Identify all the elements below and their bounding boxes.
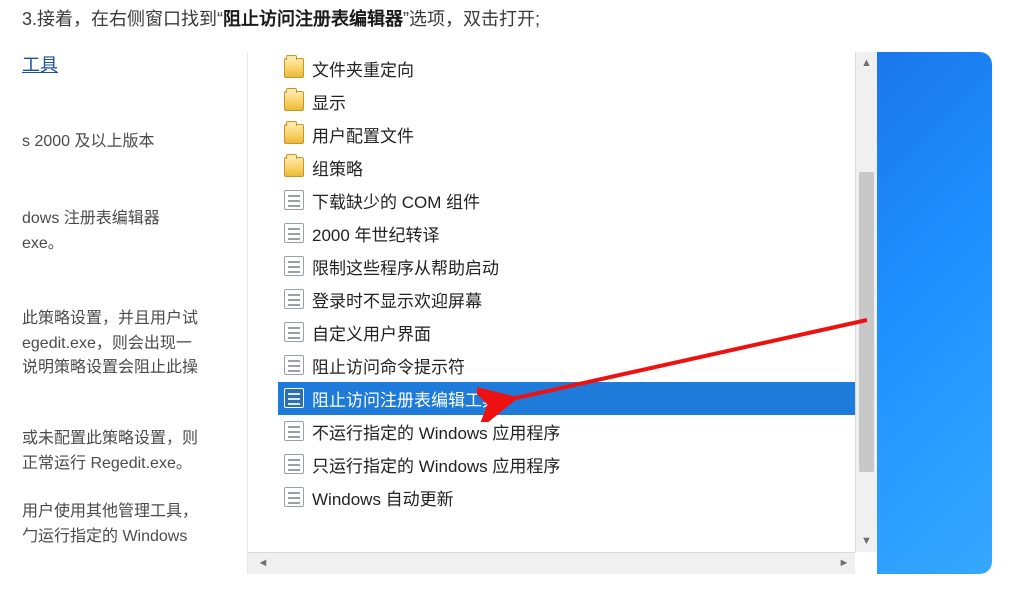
- policy-settings-pane: 文件夹重定向显示用户配置文件组策略下载缺少的 COM 组件 2000 年世纪转译限…: [247, 52, 877, 574]
- policy-item[interactable]: 自定义用户界面: [278, 316, 877, 349]
- policy-item[interactable]: 用户配置文件: [278, 118, 877, 151]
- folder-icon: [284, 91, 304, 111]
- folder-icon: [284, 124, 304, 144]
- policy-item[interactable]: 显示: [278, 85, 877, 118]
- policy-setting-icon: [284, 355, 304, 375]
- policy-setting-icon: [284, 223, 304, 243]
- policy-item-label: 只运行指定的 Windows 应用程序: [312, 452, 560, 477]
- screenshot-figure: 工具 s 2000 及以上版本 dows 注册表编辑器 exe。 此策略设置，并…: [22, 52, 992, 574]
- horizontal-scrollbar[interactable]: ►: [278, 552, 855, 574]
- policy-item-label: 文件夹重定向: [312, 56, 414, 81]
- policy-item-label: 2000 年世纪转译: [312, 221, 440, 246]
- policy-setting-icon: [284, 322, 304, 342]
- scroll-up-arrow-icon[interactable]: ▲: [856, 52, 877, 74]
- policy-setting-icon: [284, 388, 304, 408]
- policy-setting-icon: [284, 487, 304, 507]
- policy-setting-icon: [284, 256, 304, 276]
- policy-item-label: 阻止访问注册表编辑工具: [312, 386, 499, 411]
- policy-item[interactable]: 限制这些程序从帮助启动: [278, 250, 877, 283]
- policy-item[interactable]: 组策略: [278, 151, 877, 184]
- help-text-block-3: 此策略设置，并且用户试 egedit.exe，则会出现一 说明策略设置会阻止此操: [22, 307, 198, 381]
- instruction-paragraph: 3.接着，在右侧窗口找到“阻止访问注册表编辑器”选项，双击打开;: [0, 0, 1015, 34]
- policy-item-label: 组策略: [312, 155, 363, 180]
- policy-item-label: 登录时不显示欢迎屏幕: [312, 287, 482, 312]
- folder-icon: [284, 157, 304, 177]
- scroll-right-arrow-icon[interactable]: ►: [833, 553, 855, 574]
- policy-item-label: Windows 自动更新: [312, 485, 454, 510]
- policy-item-label: 阻止访问命令提示符: [312, 353, 465, 378]
- policy-item-selected[interactable]: 阻止访问注册表编辑工具: [278, 382, 877, 415]
- policy-item[interactable]: 2000 年世纪转译: [278, 217, 877, 250]
- policy-setting-icon: [284, 421, 304, 441]
- policy-item[interactable]: 文件夹重定向: [278, 52, 877, 85]
- policy-setting-icon: [284, 454, 304, 474]
- policy-item[interactable]: 登录时不显示欢迎屏幕: [278, 283, 877, 316]
- policy-item-label: 显示: [312, 89, 346, 114]
- policy-item-label: 不运行指定的 Windows 应用程序: [312, 419, 560, 444]
- policy-settings-list[interactable]: 文件夹重定向显示用户配置文件组策略下载缺少的 COM 组件 2000 年世纪转译限…: [278, 52, 877, 552]
- folder-icon: [284, 58, 304, 78]
- help-text-block-1: s 2000 及以上版本: [22, 130, 155, 155]
- vertical-scrollbar[interactable]: ▲ ▼: [855, 52, 877, 552]
- policy-item[interactable]: 只运行指定的 Windows 应用程序: [278, 448, 877, 481]
- help-description-panel: 工具 s 2000 及以上版本 dows 注册表编辑器 exe。 此策略设置，并…: [22, 52, 247, 574]
- policy-item-label: 限制这些程序从帮助启动: [312, 254, 499, 279]
- scroll-left-arrow-icon[interactable]: ◄: [248, 552, 278, 574]
- policy-item-label: 下载缺少的 COM 组件: [312, 188, 480, 213]
- instruction-bold: 阻止访问注册表编辑器: [223, 9, 403, 29]
- help-text-block-2: dows 注册表编辑器 exe。: [22, 207, 160, 257]
- policy-item-label: 自定义用户界面: [312, 320, 431, 345]
- vertical-scroll-thumb[interactable]: [859, 172, 874, 472]
- help-text-block-4: 或未配置此策略设置，则 正常运行 Regedit.exe。: [22, 427, 198, 477]
- scroll-down-arrow-icon[interactable]: ▼: [856, 530, 877, 552]
- instruction-suffix: ”选项，双击打开;: [403, 9, 540, 29]
- help-text-block-5: 用户使用其他管理工具， 勹运行指定的 Windows: [22, 500, 198, 550]
- policy-setting-icon: [284, 289, 304, 309]
- policy-setting-icon: [284, 190, 304, 210]
- policy-item[interactable]: 阻止访问命令提示符: [278, 349, 877, 382]
- policy-item[interactable]: Windows 自动更新: [278, 481, 877, 514]
- instruction-prefix: 3.接着，在右侧窗口找到“: [22, 9, 223, 29]
- help-link-fragment[interactable]: 工具: [22, 52, 58, 80]
- policy-item[interactable]: 下载缺少的 COM 组件: [278, 184, 877, 217]
- policy-item-label: 用户配置文件: [312, 122, 414, 147]
- policy-item[interactable]: 不运行指定的 Windows 应用程序: [278, 415, 877, 448]
